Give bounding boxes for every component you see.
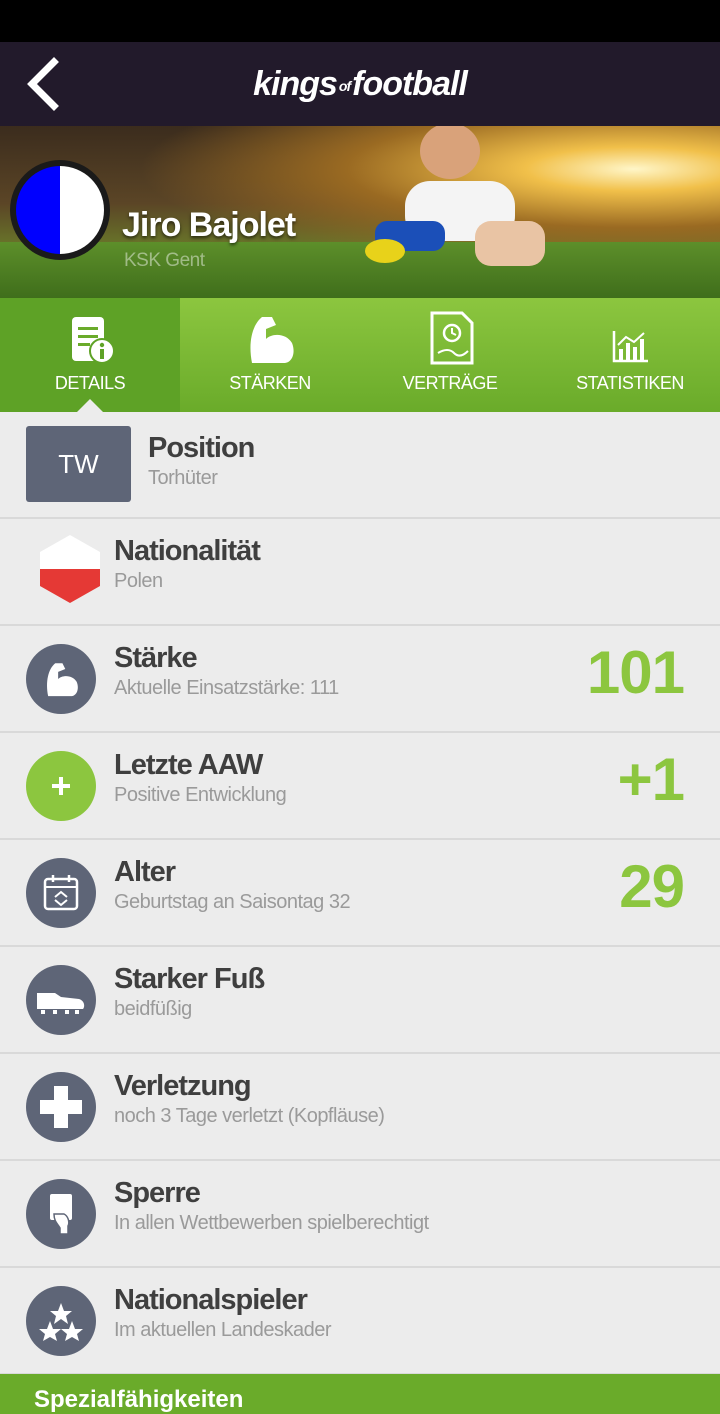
row-title: Position (148, 432, 255, 464)
app-logo: kings offootball (253, 64, 468, 103)
tab-label: DETAILS (54, 373, 126, 393)
tab-bar: DETAILS STÄRKEN VERTRÄGE STATISTIKEN (0, 298, 720, 413)
row-title: Letzte AAW (114, 749, 263, 781)
player-photo-image (365, 126, 545, 266)
poland-flag-icon (40, 535, 100, 603)
row-position: TW Position Torhüter (0, 412, 720, 519)
arm-icon (26, 644, 96, 714)
row-strength: Stärke Aktuelle Einsatzstärke: 111 101 (0, 626, 720, 733)
row-title: Nationalität (114, 535, 261, 567)
row-title: Sperre (114, 1177, 201, 1209)
top-bar: kings offootball (0, 42, 720, 126)
medical-cross-icon (26, 1072, 96, 1142)
tab-details[interactable]: DETAILS (0, 298, 180, 413)
row-age: Alter Geburtstag an Saisontag 32 29 (0, 840, 720, 947)
aaw-value: +1 (617, 746, 685, 813)
row-nationality: Nationalität Polen (0, 519, 720, 626)
row-subtitle: Aktuelle Einsatzstärke: 111 (114, 677, 339, 699)
row-title: Alter (114, 856, 176, 888)
row-subtitle: Geburtstag an Saisontag 32 (114, 891, 351, 913)
row-subtitle: noch 3 Tage verletzt (Kopfläuse) (114, 1105, 385, 1127)
contract-icon (430, 311, 474, 365)
row-ban: Sperre In allen Wettbewerben spielberech… (0, 1161, 720, 1268)
player-header-banner: Jiro Bajolet KSK Gent (0, 126, 720, 298)
tab-label: VERTRÄGE (402, 373, 498, 393)
club-crest (10, 160, 110, 260)
tab-label: STÄRKEN (229, 373, 311, 393)
stars-icon (26, 1286, 96, 1356)
document-info-icon (72, 317, 115, 364)
row-subtitle: Positive Entwicklung (114, 784, 287, 806)
row-title: Verletzung (114, 1070, 252, 1102)
special-abilities-header[interactable]: Spezialfähigkeiten (0, 1374, 720, 1414)
special-abilities-label: Spezialfähigkeiten (34, 1386, 244, 1413)
row-foot: Starker Fuß beidfüßig (0, 947, 720, 1054)
flexed-arm-icon (250, 317, 294, 363)
strength-value: 101 (586, 639, 685, 706)
row-national: Nationalspieler Im aktuellen Landeskader (0, 1268, 720, 1375)
chart-icon (612, 331, 648, 363)
row-title: Starker Fuß (114, 963, 265, 995)
row-title: Stärke (114, 642, 198, 674)
tab-staerken[interactable]: STÄRKEN (180, 298, 360, 412)
calendar-icon (26, 858, 96, 928)
row-subtitle: In allen Wettbewerben spielberechtigt (114, 1212, 429, 1234)
row-subtitle: Torhüter (148, 467, 218, 489)
row-subtitle: Polen (114, 570, 163, 592)
row-aaw: Letzte AAW Positive Entwicklung +1 (0, 733, 720, 840)
plus-icon (26, 751, 96, 821)
status-bar (0, 0, 720, 42)
tab-statistiken[interactable]: STATISTIKEN (540, 298, 720, 412)
tab-vertraege[interactable]: VERTRÄGE (360, 298, 540, 412)
back-arrow-icon[interactable] (22, 56, 72, 112)
row-title: Nationalspieler (114, 1284, 308, 1316)
player-club: KSK Gent (124, 250, 205, 271)
football-boot-icon (26, 965, 96, 1035)
position-badge: TW (26, 426, 131, 502)
referee-card-icon (26, 1179, 96, 1249)
row-subtitle: beidfüßig (114, 998, 192, 1020)
row-subtitle: Im aktuellen Landeskader (114, 1319, 332, 1341)
tab-label: STATISTIKEN (576, 373, 684, 393)
age-value: 29 (619, 853, 685, 920)
player-name: Jiro Bajolet (122, 206, 296, 244)
row-injury: Verletzung noch 3 Tage verletzt (Kopfläu… (0, 1054, 720, 1161)
